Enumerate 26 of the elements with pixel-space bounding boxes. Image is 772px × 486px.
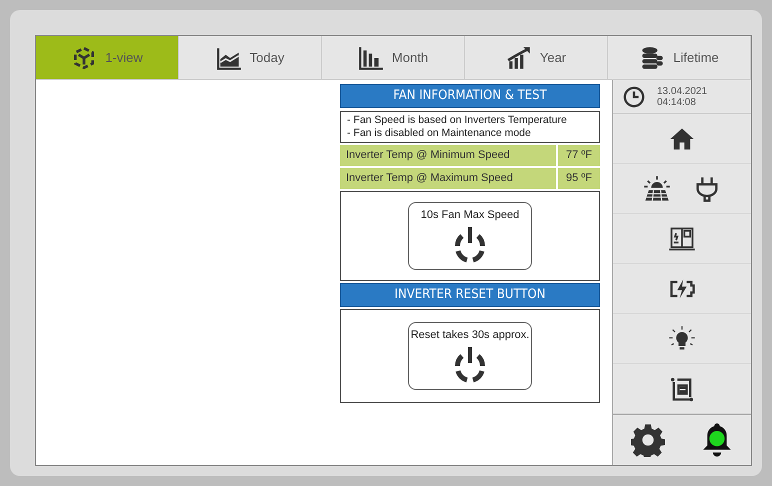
setting-label: Inverter Temp @ Maximum Speed <box>340 168 556 189</box>
growth-chart-icon <box>506 44 532 70</box>
coins-icon <box>639 44 666 70</box>
section-header: FAN INFORMATION & TEST <box>340 84 600 108</box>
date-text: 13.04.2021 <box>657 86 708 96</box>
tab[interactable]: Month <box>322 36 465 79</box>
tab[interactable]: Year <box>465 36 608 79</box>
power-icon <box>452 345 488 383</box>
setting-label: Inverter Temp @ Minimum Speed <box>340 145 556 166</box>
light-bulb-icon <box>668 324 696 352</box>
power-icon <box>452 225 488 263</box>
time-text: 04:14:08 <box>657 96 697 108</box>
section-header: INVERTER RESET BUTTON <box>340 283 600 307</box>
solar-panel-icon <box>643 174 671 202</box>
tab[interactable]: Lifetime <box>608 36 751 79</box>
setting-value: 95 ºF <box>558 168 600 189</box>
settings-icon[interactable] <box>630 423 664 457</box>
tab[interactable]: 1-view <box>36 36 179 79</box>
reset-button[interactable]: Reset takes 30s approx. <box>408 322 532 390</box>
info-notes: - Fan Speed is based on Inverters Temperature - Fan is disabled on Maintenance mode <box>340 111 600 143</box>
tab[interactable]: Today <box>179 36 322 79</box>
clock-icon <box>623 86 645 108</box>
setting-value: 77 ºF <box>558 145 600 166</box>
bar-chart-icon <box>358 44 384 70</box>
inverter-icon <box>668 224 696 252</box>
fan-test-button[interactable]: 10s Fan Max Speed <box>408 202 532 270</box>
